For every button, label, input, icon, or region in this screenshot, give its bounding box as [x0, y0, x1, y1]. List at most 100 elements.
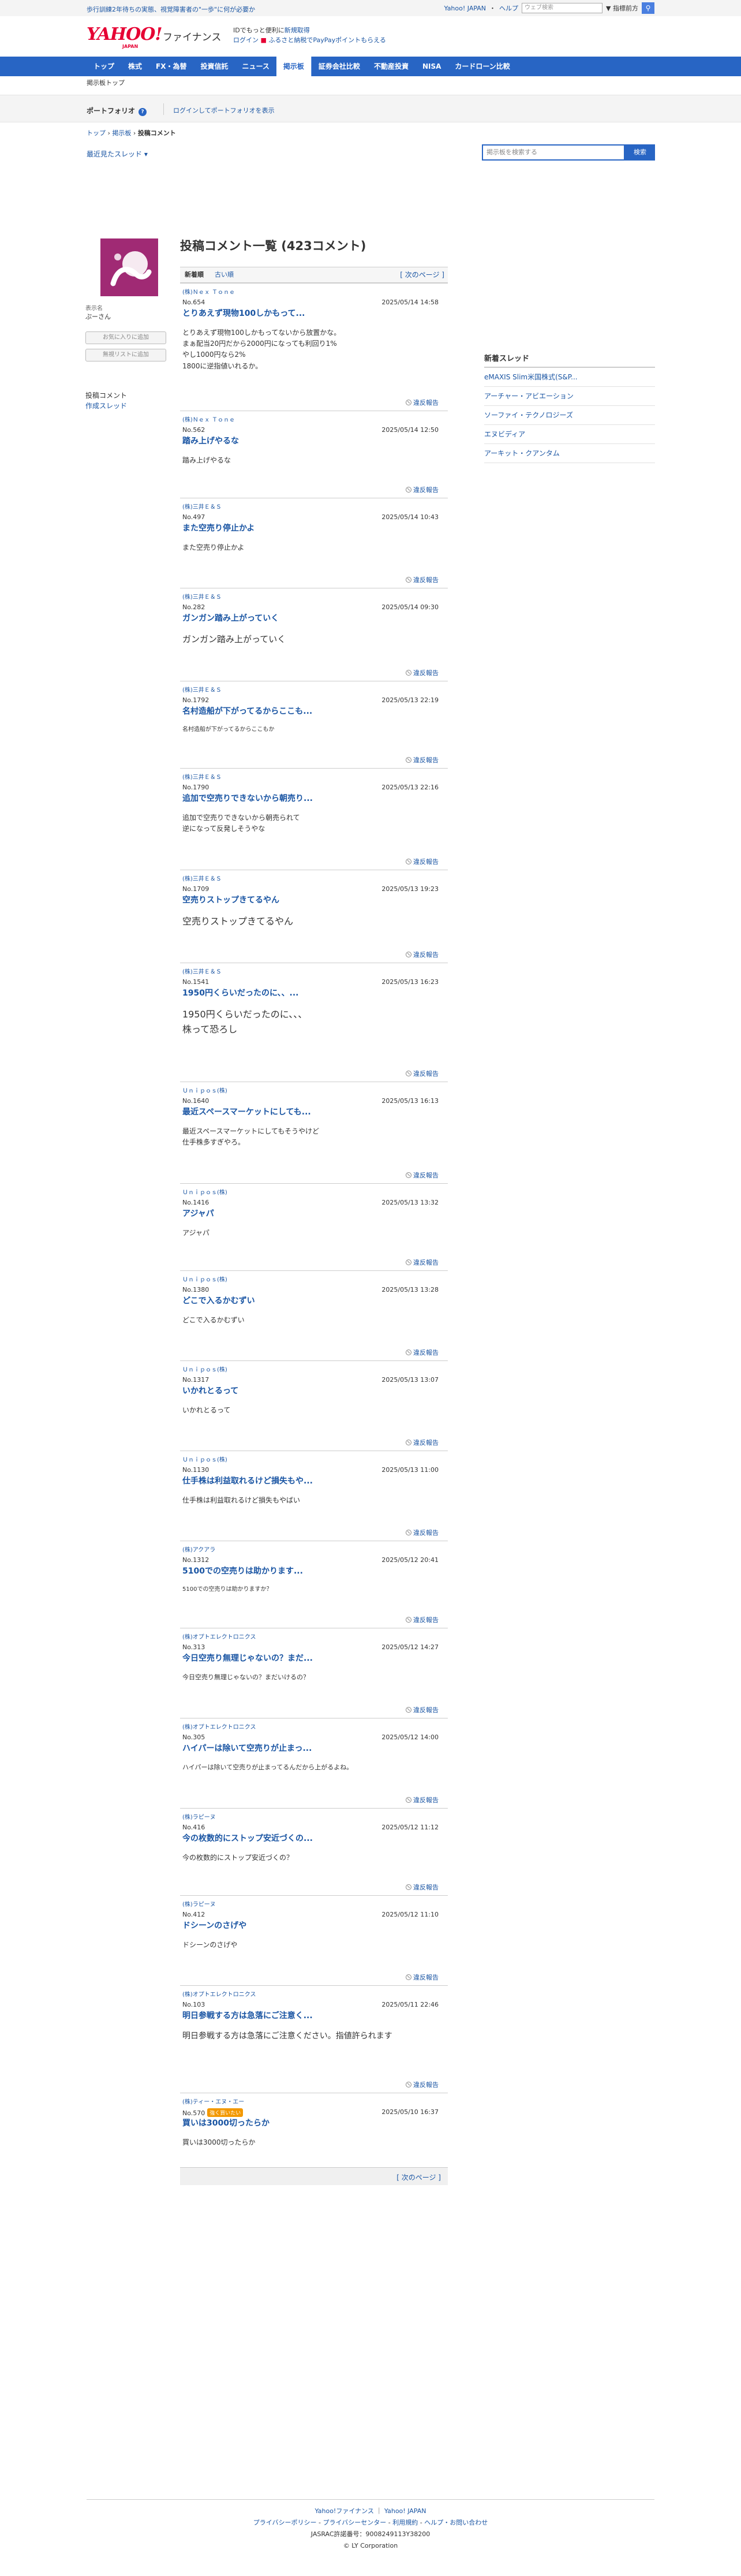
comment-stock-link[interactable]: (株)ラピーヌ	[182, 1812, 216, 1821]
comment-title-link[interactable]: 踏み上げやるな	[182, 435, 239, 446]
comment-stock-link[interactable]: Ｕｎｉｐｏｓ(株)	[182, 1274, 227, 1283]
comment-stock-link[interactable]: (株)三井Ｅ＆Ｓ	[182, 685, 222, 694]
comment-stock-link[interactable]: Ｕｎｉｐｏｓ(株)	[182, 1187, 227, 1196]
comment-title-link[interactable]: ハイパーは除いて空売りが止まっ...	[182, 1742, 312, 1754]
help-link[interactable]: ヘルプ	[499, 3, 518, 13]
thread-link[interactable]: ソーファイ・テクノロジーズ	[484, 406, 655, 425]
nav-item[interactable]: カードローン比較	[448, 57, 517, 76]
report-link[interactable]: 違反報告	[406, 857, 439, 866]
tab-oldest[interactable]: 古い順	[215, 270, 234, 279]
comment-title-link[interactable]: ドシーンのさげや	[182, 1919, 246, 1931]
comment-stock-link[interactable]: (株)オプトエレクトロニクス	[182, 1989, 256, 1998]
comment-title-link[interactable]: 仕手株は利益取れるけど損失もや...	[182, 1475, 313, 1486]
service-name[interactable]: ファイナンス	[163, 29, 221, 43]
footer-yahoo-link[interactable]: Yahoo! JAPAN	[384, 2507, 426, 2515]
report-link[interactable]: 違反報告	[406, 485, 439, 494]
nav-item[interactable]: 証券会社比較	[310, 57, 367, 76]
report-link[interactable]: 違反報告	[406, 2080, 439, 2089]
comment-title-link[interactable]: 明日参戦する方は急落にご注意く...	[182, 2010, 313, 2021]
report-link[interactable]: 違反報告	[406, 1170, 439, 1180]
thread-link[interactable]: エヌビディア	[484, 425, 655, 444]
board-search-button[interactable]: 検索	[625, 144, 655, 161]
comment-title-link[interactable]: 今日空売り無理じゃないの？まだ...	[182, 1652, 313, 1664]
comment-title-link[interactable]: 名村造船が下がってるからここも...	[182, 705, 312, 717]
top-notice-link[interactable]: 歩行訓練2年待ちの実態、視覚障害者の"一歩"に何が必要か	[87, 5, 255, 14]
comment-title-link[interactable]: ガンガン踏み上がっていく	[182, 612, 279, 624]
ignore-button[interactable]: 無視リストに追加	[85, 349, 166, 361]
report-link[interactable]: 違反報告	[406, 1348, 439, 1357]
comment-title-link[interactable]: 最近スペースマーケットにしても...	[182, 1106, 311, 1117]
comment-title-link[interactable]: どこで入るかむずい	[182, 1295, 255, 1306]
report-link[interactable]: 違反報告	[406, 668, 439, 677]
comment-title-link[interactable]: いかれとるって	[182, 1385, 238, 1396]
footer-help-link[interactable]: ヘルプ・お問い合わせ	[424, 2519, 488, 2526]
thread-link[interactable]: eMAXIS Slim米国株式(S&P...	[484, 368, 655, 387]
comment-stock-link[interactable]: (株)Ｎｅｘ Ｔｏｎｅ	[182, 287, 235, 296]
report-link[interactable]: 違反報告	[406, 1528, 439, 1537]
comment-stock-link[interactable]: (株)三井Ｅ＆Ｓ	[182, 967, 222, 975]
comment-stock-link[interactable]: Ｕｎｉｐｏｓ(株)	[182, 1455, 227, 1463]
comment-title-link[interactable]: アジャパ	[182, 1207, 214, 1219]
comment-title-link[interactable]: また空売り停止かよ	[182, 522, 255, 534]
nav-item[interactable]: トップ	[87, 57, 121, 76]
comment-stock-link[interactable]: (株)三井Ｅ＆Ｓ	[182, 502, 222, 510]
nav-item[interactable]: 株式	[121, 57, 149, 76]
report-link[interactable]: 違反報告	[406, 950, 439, 959]
board-top-label[interactable]: 掲示板トップ	[87, 78, 125, 87]
nav-item[interactable]: ニュース	[235, 57, 276, 76]
comment-stock-link[interactable]: Ｕｎｉｐｏｓ(株)	[182, 1086, 227, 1094]
recent-threads-dropdown[interactable]: 最近見たスレッド ▾	[87, 149, 148, 159]
portfolio-login-link[interactable]: ログインしてポートフォリオを表示	[173, 106, 275, 115]
comment-title-link[interactable]: 追加で空売りできないから朝売り...	[182, 792, 313, 804]
comment-title-link[interactable]: 5100での空売りは助かります...	[182, 1565, 303, 1576]
report-link[interactable]: 違反報告	[406, 1438, 439, 1447]
report-link[interactable]: 違反報告	[406, 1795, 439, 1805]
nav-item[interactable]: 掲示板	[276, 57, 311, 76]
comment-title-link[interactable]: 買いは3000切ったらか	[182, 2117, 270, 2128]
comment-title-link[interactable]: とりあえず現物100しかもって...	[182, 307, 305, 319]
comment-stock-link[interactable]: (株)ラピーヌ	[182, 1899, 216, 1908]
footer-privacy-link[interactable]: プライバシーポリシー	[253, 2519, 317, 2526]
yahoo-logo[interactable]: YAHOO!	[87, 24, 163, 44]
report-link[interactable]: 違反報告	[406, 398, 439, 407]
help-icon[interactable]: ?	[139, 108, 147, 116]
comment-stock-link[interactable]: (株)ティー・エヌ・エー	[182, 2097, 244, 2105]
footer-terms-link[interactable]: 利用規約	[392, 2519, 418, 2526]
login-link[interactable]: ログイン	[233, 36, 259, 44]
footer-finance-link[interactable]: Yahoo!ファイナンス	[315, 2507, 374, 2515]
report-link[interactable]: 違反報告	[406, 1615, 439, 1624]
next-page-link[interactable]: [ 次のページ ]	[400, 270, 444, 279]
breadcrumb-top[interactable]: トップ	[87, 129, 106, 137]
comment-stock-link[interactable]: (株)三井Ｅ＆Ｓ	[182, 772, 222, 781]
nav-item[interactable]: NISA	[416, 57, 448, 76]
comment-stock-link[interactable]: (株)アクアラ	[182, 1545, 215, 1553]
nav-item[interactable]: FX・為替	[149, 57, 193, 76]
user-menu-threads[interactable]: 作成スレッド	[85, 401, 127, 411]
web-search-button[interactable]: ⚲	[642, 2, 654, 14]
comment-stock-link[interactable]: (株)オプトエレクトロニクス	[182, 1722, 256, 1731]
tab-newest[interactable]: 新着順	[185, 270, 204, 279]
board-search-input[interactable]: 掲示板を検索する	[482, 144, 625, 161]
report-link[interactable]: 違反報告	[406, 1882, 439, 1892]
breadcrumb-board[interactable]: 掲示板	[112, 129, 131, 137]
thread-link[interactable]: アーチャー・アビエーション	[484, 387, 655, 406]
web-search-input[interactable]: ウェブ検索	[522, 3, 603, 13]
comment-title-link[interactable]: 空売りストップきてるやん	[182, 894, 279, 905]
comment-stock-link[interactable]: (株)オプトエレクトロニクス	[182, 1632, 256, 1641]
follow-button[interactable]: お気に入りに追加	[85, 331, 166, 344]
register-link[interactable]: 新規取得	[285, 27, 310, 34]
report-link[interactable]: 違反報告	[406, 1069, 439, 1078]
comment-title-link[interactable]: 今の枚数的にストップ安近づくの...	[182, 1832, 313, 1844]
comment-stock-link[interactable]: (株)三井Ｅ＆Ｓ	[182, 592, 222, 601]
thread-link[interactable]: アーキット・クアンタム	[484, 444, 655, 463]
comment-title-link[interactable]: 1950円くらいだったのに、、...	[182, 987, 299, 998]
yahoo-japan-link[interactable]: Yahoo! JAPAN	[444, 5, 486, 12]
comment-stock-link[interactable]: (株)三井Ｅ＆Ｓ	[182, 874, 222, 882]
nav-item[interactable]: 不動産投資	[367, 57, 416, 76]
furusato-link[interactable]: ふるさと納税でPayPayポイントもらえる	[268, 36, 386, 44]
nav-item[interactable]: 投資信託	[193, 57, 235, 76]
user-menu-comments[interactable]: 投稿コメント	[85, 390, 127, 401]
report-link[interactable]: 違反報告	[406, 1705, 439, 1714]
search-scope-select[interactable]: ▼ 指標前方	[606, 3, 638, 13]
comment-stock-link[interactable]: Ｕｎｉｐｏｓ(株)	[182, 1365, 227, 1373]
